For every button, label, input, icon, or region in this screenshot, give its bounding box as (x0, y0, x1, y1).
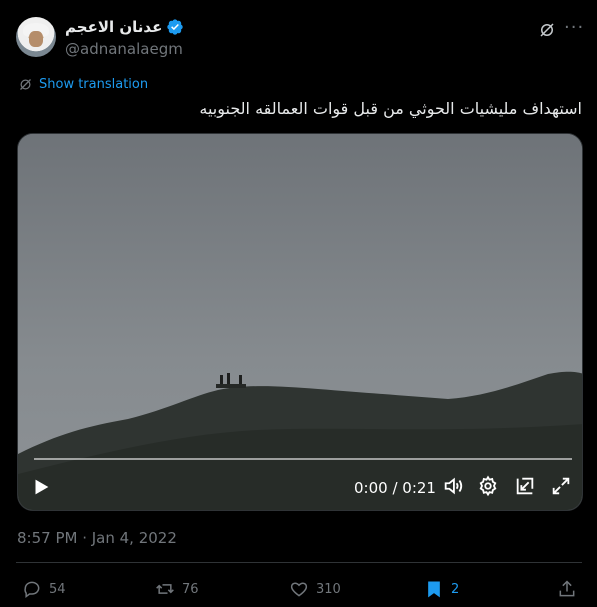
tweet-text: استهداف مليشيات الحوثي من قبل قوات العما… (199, 99, 582, 118)
bookmark-icon (428, 581, 440, 598)
video-frame (18, 134, 582, 510)
video-time: 0:00 / 0:21 (354, 479, 436, 497)
grok-small-icon (20, 79, 31, 90)
video-player[interactable]: 0:00 / 0:21 (17, 133, 583, 511)
show-translation-label[interactable]: Show translation (39, 77, 148, 92)
play-icon[interactable] (30, 476, 52, 498)
more-options-icon[interactable]: ··· (564, 19, 584, 40)
fullscreen-icon[interactable] (550, 475, 572, 497)
bookmark-button[interactable]: 2 (424, 579, 459, 599)
bookmark-count: 2 (451, 581, 460, 597)
repost-icon (156, 584, 174, 594)
tweet-header: عدنان الاعجم @adnanalaegm ··· (0, 0, 597, 70)
settings-gear-icon[interactable] (477, 475, 499, 497)
share-button[interactable] (557, 579, 577, 599)
repost-count: 76 (182, 581, 199, 597)
author-handle[interactable]: @adnanalaegm (65, 40, 183, 58)
verified-badge-icon (167, 19, 184, 35)
volume-icon[interactable] (442, 475, 464, 497)
avatar-face (29, 31, 43, 47)
tweet-actions: 54 76 310 2 (0, 572, 597, 607)
author-name-row[interactable]: عدنان الاعجم (65, 18, 184, 36)
divider (16, 562, 582, 563)
heart-icon (290, 582, 308, 597)
grok-icon[interactable] (538, 21, 556, 39)
like-button[interactable]: 310 (289, 579, 341, 599)
reply-icon (24, 581, 40, 598)
reply-count: 54 (49, 581, 66, 597)
author-name[interactable]: عدنان الاعجم (65, 18, 162, 36)
picture-in-picture-icon[interactable] (514, 475, 536, 497)
like-count: 310 (316, 581, 341, 597)
show-translation-link[interactable]: Show translation (18, 77, 148, 92)
video-progress-bar[interactable] (34, 458, 572, 460)
video-controls: 0:00 / 0:21 (18, 471, 582, 505)
reply-button[interactable]: 54 (22, 579, 66, 599)
tweet-timestamp[interactable]: 8:57 PM · Jan 4, 2022 (17, 529, 177, 547)
avatar[interactable] (16, 17, 56, 57)
share-icon (559, 580, 575, 597)
repost-button[interactable]: 76 (155, 579, 199, 599)
